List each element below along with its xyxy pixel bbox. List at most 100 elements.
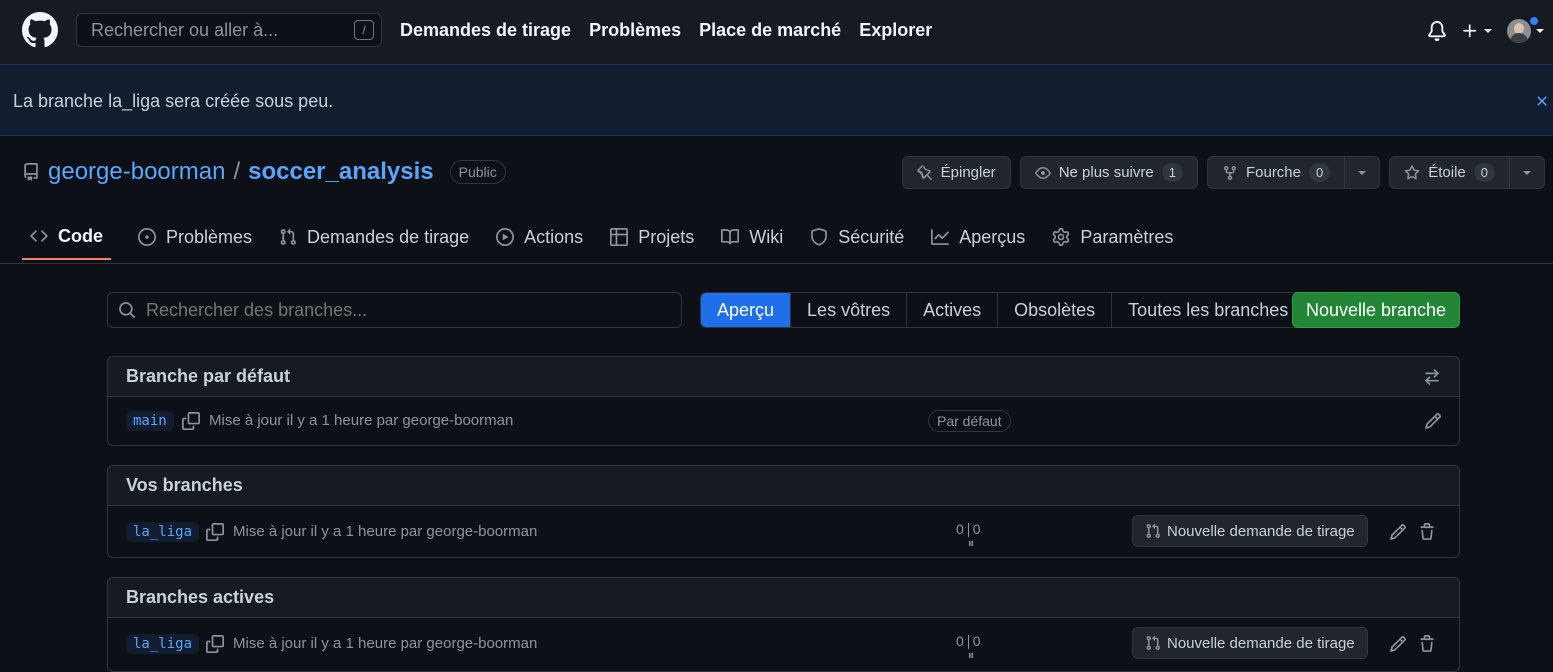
panel-header: Branches actives bbox=[108, 578, 1459, 618]
star-count: 0 bbox=[1473, 163, 1495, 182]
pin-icon bbox=[916, 164, 932, 180]
panel-header: Vos branches bbox=[108, 466, 1459, 506]
tab-pull-requests[interactable]: Demandes de tirage bbox=[279, 214, 469, 260]
repo-name-link[interactable]: soccer_analysis bbox=[248, 158, 433, 186]
code-icon bbox=[30, 230, 48, 242]
tab-actions[interactable]: Actions bbox=[496, 214, 583, 260]
compare-bar-icon bbox=[969, 653, 973, 658]
tab-pull-requests-label: Demandes de tirage bbox=[307, 226, 470, 247]
fork-button[interactable]: Fourche 0 bbox=[1208, 157, 1344, 188]
switch-icon[interactable] bbox=[1423, 368, 1441, 386]
pin-label: Épingler bbox=[940, 164, 996, 181]
tab-insights[interactable]: Aperçus bbox=[931, 214, 1025, 260]
compare-divider bbox=[967, 635, 969, 649]
top-nav-explore[interactable]: Explorer bbox=[859, 20, 932, 41]
repo-title: george-boorman / soccer_analysis Public bbox=[22, 158, 506, 186]
branch-name-link[interactable]: la_liga bbox=[126, 634, 200, 654]
star-dropdown[interactable] bbox=[1510, 157, 1544, 188]
ahead-behind: 0 0 bbox=[956, 633, 981, 658]
pull-request-icon bbox=[280, 228, 296, 245]
tab-settings[interactable]: Paramètres bbox=[1052, 214, 1173, 260]
repo-icon bbox=[22, 163, 40, 181]
repo-nav: Code Problèmes Demandes de tirage Action… bbox=[22, 214, 1173, 264]
filter-yours[interactable]: Les vôtres bbox=[791, 293, 908, 327]
notification-dot bbox=[1528, 15, 1540, 27]
tab-security[interactable]: Sécurité bbox=[810, 214, 904, 260]
filter-all[interactable]: Toutes les branches bbox=[1112, 293, 1305, 327]
new-pull-request-button[interactable]: Nouvelle demande de tirage bbox=[1132, 515, 1368, 547]
branch-meta: Mise à jour il y a 1 heure par george-bo… bbox=[233, 523, 538, 540]
watch-count: 1 bbox=[1161, 163, 1183, 182]
flash-message: La branche la_liga sera créée sous peu. bbox=[13, 91, 334, 111]
fork-count: 0 bbox=[1309, 163, 1331, 182]
trash-icon[interactable] bbox=[1418, 523, 1436, 541]
create-new-icon[interactable] bbox=[1461, 22, 1493, 40]
watch-button[interactable]: Ne plus suivre 1 bbox=[1019, 156, 1198, 189]
search-icon bbox=[119, 302, 135, 318]
bell-icon[interactable] bbox=[1427, 21, 1447, 41]
pencil-icon[interactable] bbox=[1389, 635, 1407, 653]
pull-request-icon bbox=[1146, 635, 1161, 651]
new-branch-button[interactable]: Nouvelle branche bbox=[1292, 292, 1460, 328]
pencil-icon[interactable] bbox=[1389, 523, 1407, 541]
global-search-placeholder: Rechercher ou aller à... bbox=[91, 19, 279, 40]
tab-code-label: Code bbox=[58, 225, 103, 246]
tab-settings-label: Paramètres bbox=[1080, 226, 1174, 247]
trash-icon[interactable] bbox=[1418, 635, 1436, 653]
shield-icon bbox=[811, 228, 828, 246]
compare-bar-icon bbox=[969, 541, 973, 546]
tab-wiki[interactable]: Wiki bbox=[721, 214, 783, 260]
tab-actions-label: Actions bbox=[524, 226, 584, 247]
pin-button[interactable]: Épingler bbox=[901, 156, 1011, 189]
tab-code[interactable]: Code bbox=[22, 214, 111, 260]
tab-issues[interactable]: Problèmes bbox=[138, 214, 252, 260]
chevron-down-icon bbox=[1358, 170, 1367, 175]
new-pull-request-button[interactable]: Nouvelle demande de tirage bbox=[1132, 627, 1368, 659]
gear-icon bbox=[1052, 228, 1070, 246]
copy-icon[interactable] bbox=[206, 523, 224, 541]
global-search-input[interactable]: Rechercher ou aller à... / bbox=[76, 13, 382, 47]
branch-meta: Mise à jour il y a 1 heure par george-bo… bbox=[209, 412, 514, 429]
filter-active[interactable]: Actives bbox=[907, 293, 999, 327]
fork-icon bbox=[1223, 165, 1236, 180]
top-nav-pull-requests[interactable]: Demandes de tirage bbox=[400, 20, 571, 41]
tab-projects[interactable]: Projets bbox=[610, 214, 694, 260]
top-nav-issues[interactable]: Problèmes bbox=[589, 20, 681, 41]
star-button[interactable]: Étoile 0 bbox=[1390, 157, 1509, 188]
fork-button-group: Fourche 0 bbox=[1206, 156, 1381, 189]
github-logo-icon[interactable] bbox=[22, 12, 58, 48]
compare-divider bbox=[967, 523, 969, 537]
filter-overview[interactable]: Aperçu bbox=[701, 293, 792, 327]
your-branches-panel: Vos branches la_liga Mise à jour il y a … bbox=[107, 465, 1460, 558]
book-icon bbox=[721, 229, 740, 245]
tab-security-label: Sécurité bbox=[838, 226, 905, 247]
pull-request-icon bbox=[1146, 523, 1161, 539]
ahead-count: 0 bbox=[972, 521, 981, 537]
panel-title: Vos branches bbox=[126, 475, 243, 495]
ahead-count: 0 bbox=[972, 633, 981, 649]
table-icon bbox=[610, 228, 629, 246]
play-icon bbox=[496, 228, 515, 246]
branch-search-field[interactable] bbox=[107, 292, 682, 328]
tab-issues-label: Problèmes bbox=[166, 226, 253, 247]
filter-stale[interactable]: Obsolètes bbox=[998, 293, 1113, 327]
branch-search-input[interactable] bbox=[146, 299, 646, 321]
top-header: Rechercher ou aller à... / Demandes de t… bbox=[0, 0, 1553, 64]
default-badge: Par défaut bbox=[928, 410, 1011, 432]
branch-meta: Mise à jour il y a 1 heure par george-bo… bbox=[233, 635, 538, 652]
branch-name-link[interactable]: la_liga bbox=[126, 522, 200, 542]
tab-insights-label: Aperçus bbox=[959, 226, 1026, 247]
repo-owner-link[interactable]: george-boorman bbox=[48, 158, 225, 186]
chevron-down-icon bbox=[1536, 29, 1544, 33]
fork-dropdown[interactable] bbox=[1345, 157, 1379, 188]
tab-projects-label: Projets bbox=[638, 226, 695, 247]
visibility-badge: Public bbox=[449, 160, 506, 184]
pencil-icon[interactable] bbox=[1424, 412, 1442, 430]
top-nav-marketplace[interactable]: Place de marché bbox=[699, 20, 841, 41]
branch-name-link[interactable]: main bbox=[126, 411, 174, 431]
copy-icon[interactable] bbox=[182, 412, 200, 430]
star-label: Étoile bbox=[1428, 164, 1466, 181]
close-icon[interactable] bbox=[1534, 93, 1550, 109]
tab-wiki-label: Wiki bbox=[749, 226, 784, 247]
copy-icon[interactable] bbox=[206, 635, 224, 653]
